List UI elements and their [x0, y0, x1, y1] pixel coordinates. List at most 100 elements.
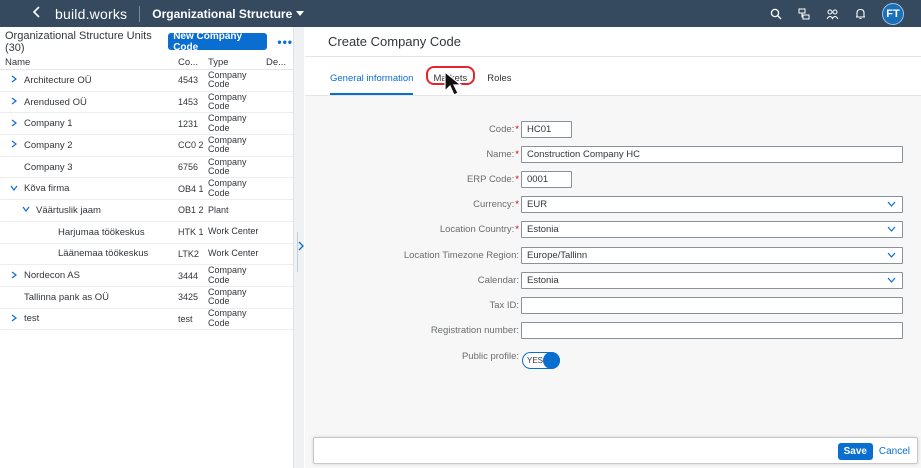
table-row[interactable]: Arendused OÜ 1453 Company Code: [0, 92, 293, 114]
required-marker: *: [515, 199, 519, 210]
column-header-code[interactable]: Co...: [178, 57, 208, 68]
tab-general-information[interactable]: General information: [330, 73, 414, 95]
table-row[interactable]: test test Company Code: [0, 309, 293, 331]
app-title-menu[interactable]: Organizational Structure: [152, 7, 305, 21]
chevron-right-icon[interactable]: [9, 314, 18, 324]
table-row[interactable]: Läänemaa töökeskus LTK2 Work Center: [0, 244, 293, 266]
row-code: 1231: [178, 118, 199, 129]
registration-number-field[interactable]: [521, 322, 903, 339]
switch-state-text: YES: [527, 356, 544, 365]
table-row[interactable]: Company 2 CC0 2 Company Code: [0, 135, 293, 157]
currency-select[interactable]: EUR: [521, 196, 903, 213]
row-name: Nordecon AS: [24, 270, 80, 282]
location-country-select[interactable]: Estonia: [521, 221, 903, 238]
calendar-select[interactable]: Estonia: [521, 272, 903, 289]
chevron-right-icon[interactable]: [9, 75, 18, 85]
column-header-type[interactable]: Type: [208, 57, 266, 68]
caret-down-icon: [296, 10, 305, 16]
cancel-button[interactable]: Cancel: [879, 443, 910, 460]
form-row-location-country: Location Country:* Estonia: [305, 221, 921, 238]
erp-code-label: ERP Code:*: [466, 174, 519, 185]
row-name-cell: Väärtuslik jaam: [0, 205, 178, 216]
create-company-code-panel: Create Company Code General information …: [305, 27, 921, 468]
search-button[interactable]: [762, 0, 790, 27]
row-code: 3425: [178, 292, 199, 303]
back-button[interactable]: [22, 5, 52, 22]
code-field[interactable]: HC01: [521, 121, 572, 138]
row-name-cell: Company 3: [0, 162, 178, 173]
page-header: Create Company Code: [305, 27, 921, 57]
left-toolbar: Organizational Structure Units (30) New …: [0, 27, 293, 56]
table-row[interactable]: Tallinna pank as OÜ 3425 Company Code: [0, 287, 293, 309]
column-header-description[interactable]: De...: [266, 57, 290, 68]
form-row-code: Code:* HC01: [305, 121, 921, 138]
chevron-down-icon: [887, 201, 896, 207]
people-button[interactable]: [818, 0, 846, 27]
required-marker: *: [515, 174, 519, 185]
row-code: OB4 1: [178, 183, 204, 194]
chevron-right-icon[interactable]: [298, 241, 304, 251]
row-code: test: [178, 313, 193, 324]
row-name: test: [24, 313, 40, 325]
row-name: Company 2: [24, 139, 73, 151]
people-icon: [826, 9, 838, 19]
row-name: Väärtuslik jaam: [36, 204, 101, 216]
footer-toolbar: Save Cancel: [313, 437, 918, 464]
public-profile-switch[interactable]: YES: [522, 352, 560, 369]
public-profile-label: Public profile:: [461, 351, 519, 362]
required-marker: *: [515, 124, 519, 135]
table-row[interactable]: Väärtuslik jaam OB1 2 Plant: [0, 200, 293, 222]
row-name-cell: Arendused OÜ: [0, 97, 178, 108]
name-field[interactable]: Construction Company HC: [521, 146, 903, 163]
table-row[interactable]: Company 3 6756 Company Code: [0, 157, 293, 179]
chevron-down-icon: [887, 277, 896, 283]
divider: [139, 5, 141, 22]
chevron-down-icon[interactable]: [9, 184, 18, 194]
table-row[interactable]: Harjumaa töökeskus HTK 1 Work Center: [0, 222, 293, 244]
form-row-timezone: Location Timezone Region: Europe/Tallinn: [305, 247, 921, 264]
chevron-down-icon: [887, 226, 896, 232]
table-row[interactable]: Architecture OÜ 4543 Company Code: [0, 70, 293, 92]
chevron-right-icon[interactable]: [9, 271, 18, 281]
table-row[interactable]: Nordecon AS 3444 Company Code: [0, 265, 293, 287]
row-name-cell: Company 1: [0, 118, 178, 129]
required-marker: *: [515, 224, 519, 235]
more-options-button[interactable]: •••: [277, 35, 293, 49]
row-name-cell: Tallinna pank as OÜ: [0, 292, 178, 303]
row-name-cell: Company 2: [0, 140, 178, 151]
column-header-name[interactable]: Name: [0, 57, 178, 68]
chevron-down-icon[interactable]: [21, 205, 30, 215]
row-name: Kõva firma: [24, 183, 70, 195]
chevron-right-icon[interactable]: [9, 140, 18, 150]
table-row[interactable]: Kõva firma OB4 1 Company Code: [0, 178, 293, 201]
erp-code-field[interactable]: 0001: [521, 171, 572, 188]
chevron-left-icon: [32, 6, 40, 18]
currency-value: EUR: [527, 199, 548, 210]
timezone-select[interactable]: Europe/Tallinn: [521, 247, 903, 264]
row-type: Company Code: [208, 69, 247, 90]
row-code: HTK 1: [178, 227, 204, 238]
chevron-right-icon[interactable]: [9, 97, 18, 107]
form-row-registration-number: Registration number:: [305, 322, 921, 339]
row-name: Arendused OÜ: [24, 96, 87, 108]
row-name: Tallinna pank as OÜ: [24, 291, 110, 303]
avatar[interactable]: FT: [882, 2, 904, 25]
timezone-label: Location Timezone Region:: [403, 250, 519, 261]
table-row[interactable]: Company 1 1231 Company Code: [0, 113, 293, 136]
row-code: 6756: [178, 162, 199, 173]
new-company-code-button[interactable]: New Company Code: [168, 31, 268, 53]
save-button[interactable]: Save: [837, 443, 873, 460]
row-name: Läänemaa töökeskus: [58, 248, 149, 260]
row-type: Company Code: [208, 156, 247, 177]
panel-splitter[interactable]: [293, 27, 304, 468]
notifications-button[interactable]: [846, 0, 874, 27]
row-type: Work Center: [208, 248, 259, 259]
chevron-right-icon[interactable]: [9, 119, 18, 129]
row-type: Plant: [208, 204, 229, 215]
tab-roles[interactable]: Roles: [487, 73, 511, 95]
splitter-handle[interactable]: [297, 232, 298, 272]
row-name: Company 1: [24, 118, 73, 130]
row-name: Harjumaa töökeskus: [58, 226, 145, 238]
org-tree-button[interactable]: [790, 0, 818, 27]
tax-id-field[interactable]: [521, 297, 903, 314]
